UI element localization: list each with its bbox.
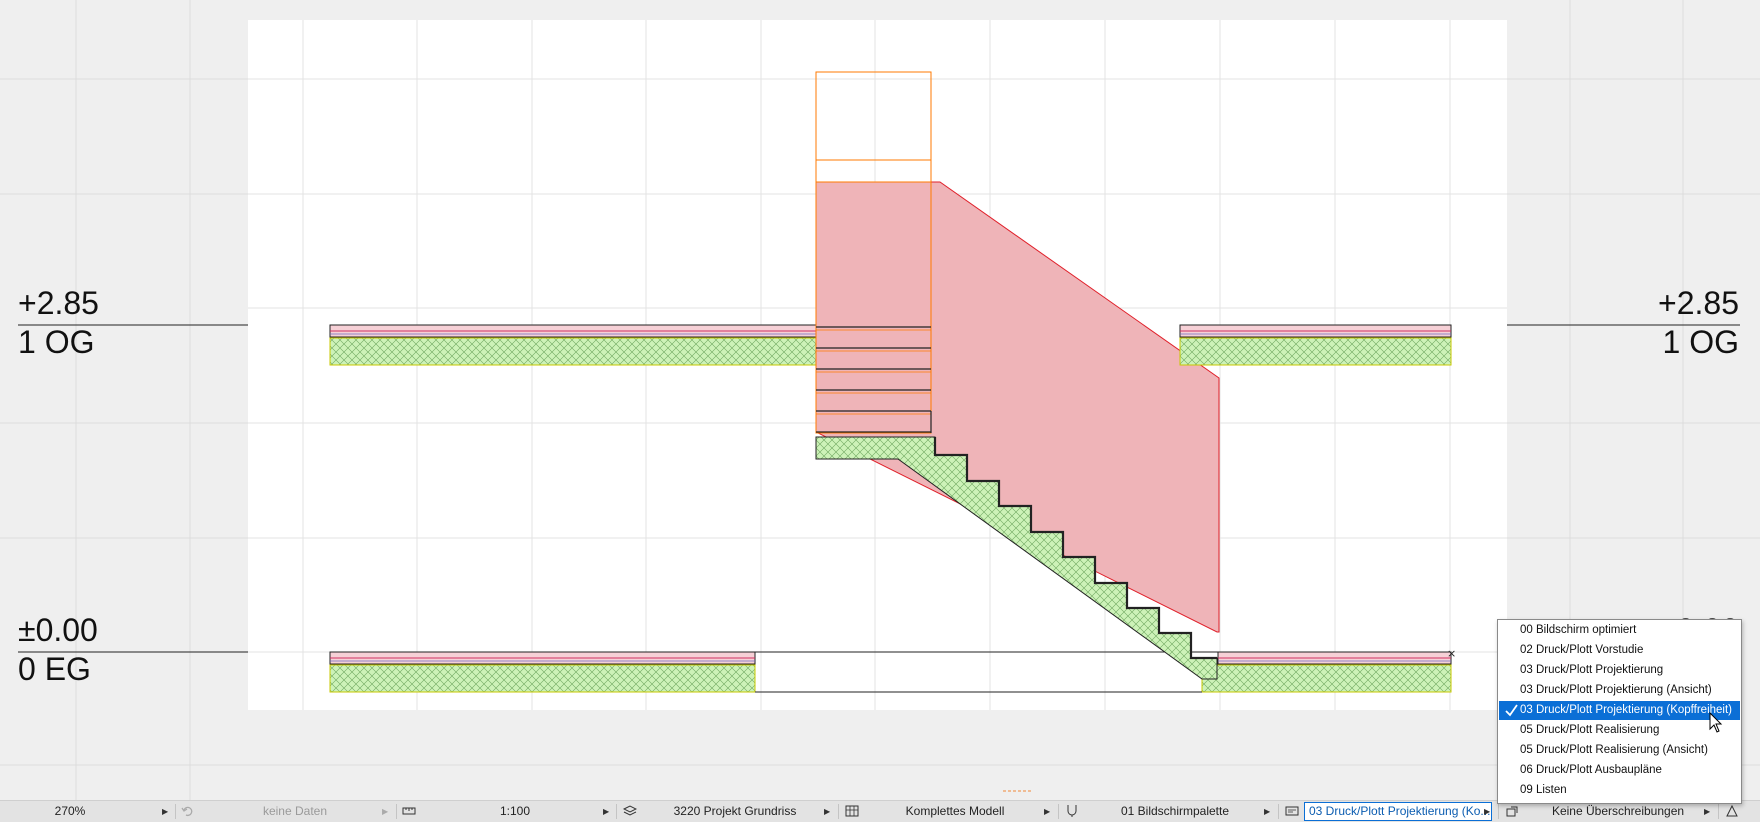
dropdown-item[interactable]: 05 Druck/Plott Realisierung xyxy=(1499,721,1740,740)
model-view-icon[interactable] xyxy=(845,804,859,818)
dropdown-item[interactable]: 03 Druck/Plott Projektierung xyxy=(1499,661,1740,680)
separator xyxy=(175,804,176,819)
layer-combination[interactable]: 3220 Projekt Grundriss xyxy=(660,801,810,822)
level-elevation-upper-left: +2.85 xyxy=(18,285,99,321)
lower-slab-right[interactable] xyxy=(1201,651,1452,693)
cursor-icon xyxy=(1709,712,1723,733)
layers-icon[interactable] xyxy=(623,804,637,818)
upper-slab-right[interactable] xyxy=(1179,324,1452,366)
scale-arrow-icon[interactable]: ▶ xyxy=(603,801,611,822)
selection-cross-icon: × xyxy=(1447,647,1456,660)
pen-set[interactable]: 01 Bildschirmpalette xyxy=(1100,801,1250,822)
undo-status: keine Daten xyxy=(262,804,328,818)
separator xyxy=(1278,804,1279,819)
undo-icon[interactable] xyxy=(181,804,195,818)
separator xyxy=(396,804,397,819)
separator xyxy=(838,804,839,819)
separator xyxy=(1498,804,1499,819)
model-view[interactable]: Komplettes Modell xyxy=(880,801,1030,822)
model-view-options-current[interactable]: 03 Druck/Plott Projektierung (Ko... xyxy=(1304,802,1492,821)
undo-arrow-icon[interactable]: ▶ xyxy=(382,801,390,822)
ruler-icon[interactable] xyxy=(402,804,416,818)
dropdown-item[interactable]: 05 Druck/Plott Realisierung (Ansicht) xyxy=(1499,741,1740,760)
zoom-arrow-icon[interactable]: ▶ xyxy=(162,801,170,822)
model-view-options-icon[interactable] xyxy=(1285,804,1299,818)
override-settings-icon[interactable] xyxy=(1725,804,1739,818)
dropdown-item[interactable]: 02 Druck/Plott Vorstudie xyxy=(1499,641,1740,660)
dropdown-item[interactable]: 06 Druck/Plott Ausbaupläne xyxy=(1499,761,1740,780)
section-view-canvas[interactable]: +2.85 1 OG ±0.00 0 EG +2.85 1 OG 0.00 × xyxy=(0,0,1760,800)
pen-icon[interactable] xyxy=(1065,804,1079,818)
checkmark-icon xyxy=(1505,704,1518,717)
lower-slab-left[interactable] xyxy=(329,651,756,693)
dropdown-item[interactable]: 09 Listen xyxy=(1499,781,1740,800)
dropdown-item[interactable]: 00 Bildschirm optimiert xyxy=(1499,621,1740,640)
dropdown-item[interactable]: 03 Druck/Plott Projektierung (Ansicht) xyxy=(1499,681,1740,700)
level-elevation-upper-right: +2.85 xyxy=(1658,285,1739,321)
dropdown-item-selected[interactable]: 03 Druck/Plott Projektierung (Kopffreihe… xyxy=(1499,701,1740,720)
level-name-upper-left: 1 OG xyxy=(18,324,94,360)
level-elevation-lower-left: ±0.00 xyxy=(18,612,98,648)
level-name-upper-right: 1 OG xyxy=(1663,324,1739,360)
layer-arrow-icon[interactable]: ▶ xyxy=(824,801,832,822)
separator xyxy=(616,804,617,819)
separator xyxy=(1718,804,1719,819)
model-view-options-dropdown[interactable]: 00 Bildschirm optimiert 02 Druck/Plott V… xyxy=(1497,619,1742,804)
upper-slab-left[interactable] xyxy=(329,324,817,366)
status-bar: 270% ▶ keine Daten ▶ 1:100 ▶ 3220 Projek… xyxy=(0,800,1760,822)
scale-value[interactable]: 1:100 xyxy=(485,801,545,822)
mvo-arrow-icon[interactable]: ▶ xyxy=(1484,801,1492,822)
zoom-level[interactable]: 270% xyxy=(40,801,100,822)
pen-arrow-icon[interactable]: ▶ xyxy=(1264,801,1272,822)
model-view-arrow-icon[interactable]: ▶ xyxy=(1044,801,1052,822)
graphic-override-icon[interactable] xyxy=(1505,804,1519,818)
level-name-lower-left: 0 EG xyxy=(18,651,91,687)
graphic-overrides[interactable]: Keine Überschreibungen xyxy=(1538,801,1698,822)
overrides-arrow-icon[interactable]: ▶ xyxy=(1704,801,1712,822)
separator xyxy=(1058,804,1059,819)
